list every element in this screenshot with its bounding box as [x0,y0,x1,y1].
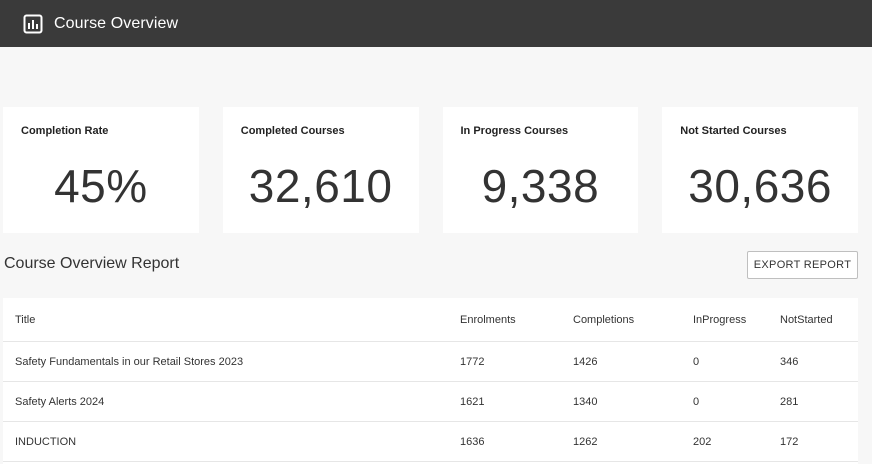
stat-value: 32,610 [248,160,393,212]
cell-completions: 1340 [573,395,598,408]
stat-value: 45% [54,160,148,212]
course-table: Title Enrolments Completions InProgress … [3,298,858,464]
cell-title: Safety Fundamentals in our Retail Stores… [15,355,244,368]
table-row[interactable]: INDUCTION 1636 1262 202 172 [3,422,858,462]
bar-chart-icon [23,14,43,34]
stat-card-in-progress-courses: In Progress Courses 9,338 [442,107,639,233]
stat-card-completion-rate: Completion Rate 45% [3,107,199,233]
app-header: Course Overview [0,0,872,47]
stats-cards: Completion Rate 45% Completed Courses 32… [3,107,858,233]
cell-inprogress: 0 [693,395,700,408]
cell-inprogress: 202 [693,435,712,448]
cell-enrolments: 1621 [460,395,485,408]
cell-completions: 1262 [573,435,598,448]
column-header-completions[interactable]: Completions [573,314,634,326]
cell-enrolments: 1772 [460,355,485,368]
stat-card-not-started-courses: Not Started Courses 30,636 [662,107,858,233]
cell-notstarted: 346 [780,355,799,368]
cell-title: Safety Alerts 2024 [15,395,105,408]
table-row[interactable]: Safety Fundamentals in our Retail Stores… [3,342,858,382]
stat-label: Completed Courses [240,125,345,137]
cell-enrolments: 1636 [460,435,485,448]
table-row[interactable]: Safety Alerts 2024 1621 1340 0 281 [3,382,858,422]
column-header-notstarted[interactable]: NotStarted [780,314,833,326]
stat-label: Not Started Courses [680,125,787,137]
stat-card-completed-courses: Completed Courses 32,610 [222,107,419,233]
stat-label: Completion Rate [21,125,109,137]
report-title: Course Overview Report [4,255,180,272]
column-header-inprogress[interactable]: InProgress [693,314,746,326]
page-title: Course Overview [54,14,179,32]
column-header-enrolments[interactable]: Enrolments [460,314,516,326]
table-header-row: Title Enrolments Completions InProgress … [3,298,858,342]
cell-notstarted: 172 [780,435,799,448]
export-report-button[interactable]: EXPORT REPORT [747,251,858,279]
cell-title: INDUCTION [15,435,77,448]
stat-value: 30,636 [688,160,832,212]
cell-notstarted: 281 [780,395,799,408]
cell-completions: 1426 [573,355,598,368]
column-header-title[interactable]: Title [15,314,35,326]
stat-value: 9,338 [481,160,600,212]
cell-inprogress: 0 [693,355,700,368]
stat-label: In Progress Courses [460,125,569,137]
